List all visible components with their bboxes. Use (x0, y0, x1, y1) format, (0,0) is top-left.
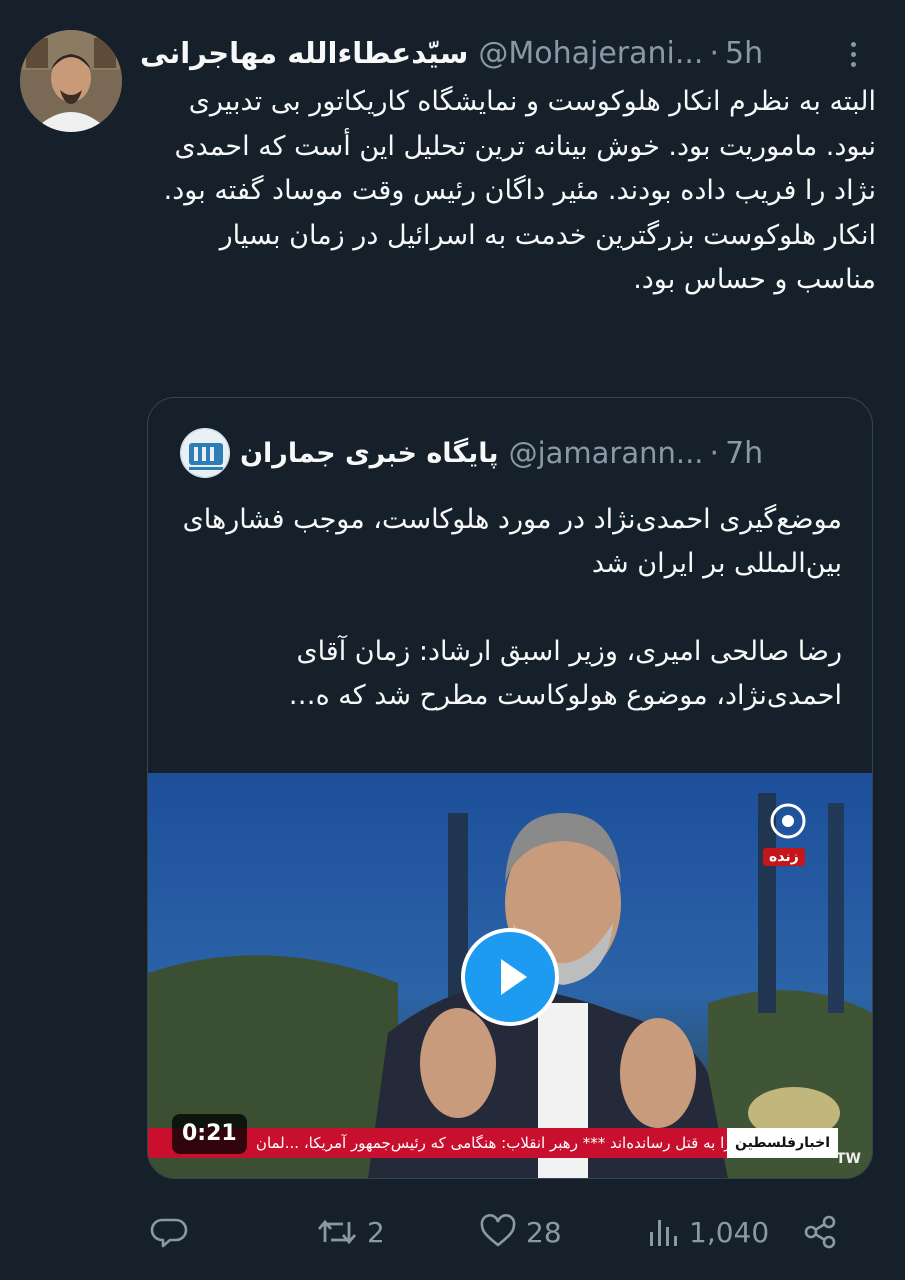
ticker-text: ی را به قتل رسانده‌اند *** رهبر انقلاب: … (255, 1134, 748, 1152)
channel-watermark: TW (836, 1151, 861, 1167)
quoted-author-handle[interactable]: @jamarann... (509, 436, 704, 470)
quoted-tweet-text: موضع‌گیری احمدی‌نژاد در مورد هلوکاست، مو… (176, 498, 842, 718)
reply-button[interactable] (150, 1206, 190, 1258)
views-button[interactable]: 1,040 (645, 1206, 769, 1258)
tweet-text: البته به نظرم انکار هلوکوست و نمایشگاه ک… (163, 86, 876, 295)
quoted-author-avatar[interactable] (180, 428, 230, 478)
quoted-tweet-time[interactable]: 7h (725, 436, 763, 471)
author-name[interactable]: سیّدعطاءالله مهاجرانی (140, 36, 468, 70)
more-options-icon[interactable] (841, 32, 865, 76)
retweet-button[interactable]: 2 (315, 1206, 385, 1258)
share-button[interactable] (800, 1206, 840, 1258)
news-ticker: ی را به قتل رسانده‌اند *** رهبر انقلاب: … (148, 1128, 838, 1158)
live-badge: زنده (763, 848, 805, 866)
author-handle[interactable]: @Mohajerani... (478, 36, 703, 71)
quoted-separator-dot: · (709, 435, 720, 471)
tweet-actions-bar: 2 28 1,040 (140, 1206, 880, 1258)
ticker-label: اخبارفلسطین (727, 1128, 838, 1158)
like-count: 28 (526, 1215, 562, 1249)
video-duration: 0:21 (172, 1114, 247, 1154)
tweet-header: سیّدعطاءالله مهاجرانی @Mohajerani... · 5… (140, 28, 880, 78)
separator-dot: · (709, 35, 719, 71)
play-icon (501, 959, 527, 995)
reply-icon (150, 1218, 188, 1248)
views-icon (650, 1220, 677, 1246)
quoted-tweet-card[interactable]: پایگاه خبری جماران @jamarann... · 7h موض… (147, 397, 873, 1179)
like-button[interactable]: 28 (478, 1206, 562, 1258)
quoted-author-name[interactable]: پایگاه خبری جماران (240, 438, 499, 469)
quoted-tweet-header: پایگاه خبری جماران @jamarann... · 7h (148, 428, 872, 478)
quoted-paragraph-2: رضا صالحی امیری، وزیر اسبق ارشاد: زمان آ… (288, 636, 842, 711)
video-player[interactable]: زنده ی را به قتل رسانده‌اند *** رهبر انق… (148, 773, 872, 1178)
quoted-paragraph-1: موضع‌گیری احمدی‌نژاد در مورد هلوکاست، مو… (182, 504, 842, 579)
tweet-time[interactable]: 5h (725, 36, 763, 71)
author-avatar[interactable] (20, 30, 122, 132)
retweet-icon (317, 1219, 357, 1245)
share-icon (804, 1215, 836, 1249)
retweet-count: 2 (367, 1215, 385, 1249)
heart-icon (480, 1214, 516, 1247)
play-button[interactable] (461, 928, 559, 1026)
author-photo (20, 30, 122, 132)
views-count: 1,040 (689, 1215, 770, 1249)
jamaran-logo-icon (181, 429, 229, 477)
